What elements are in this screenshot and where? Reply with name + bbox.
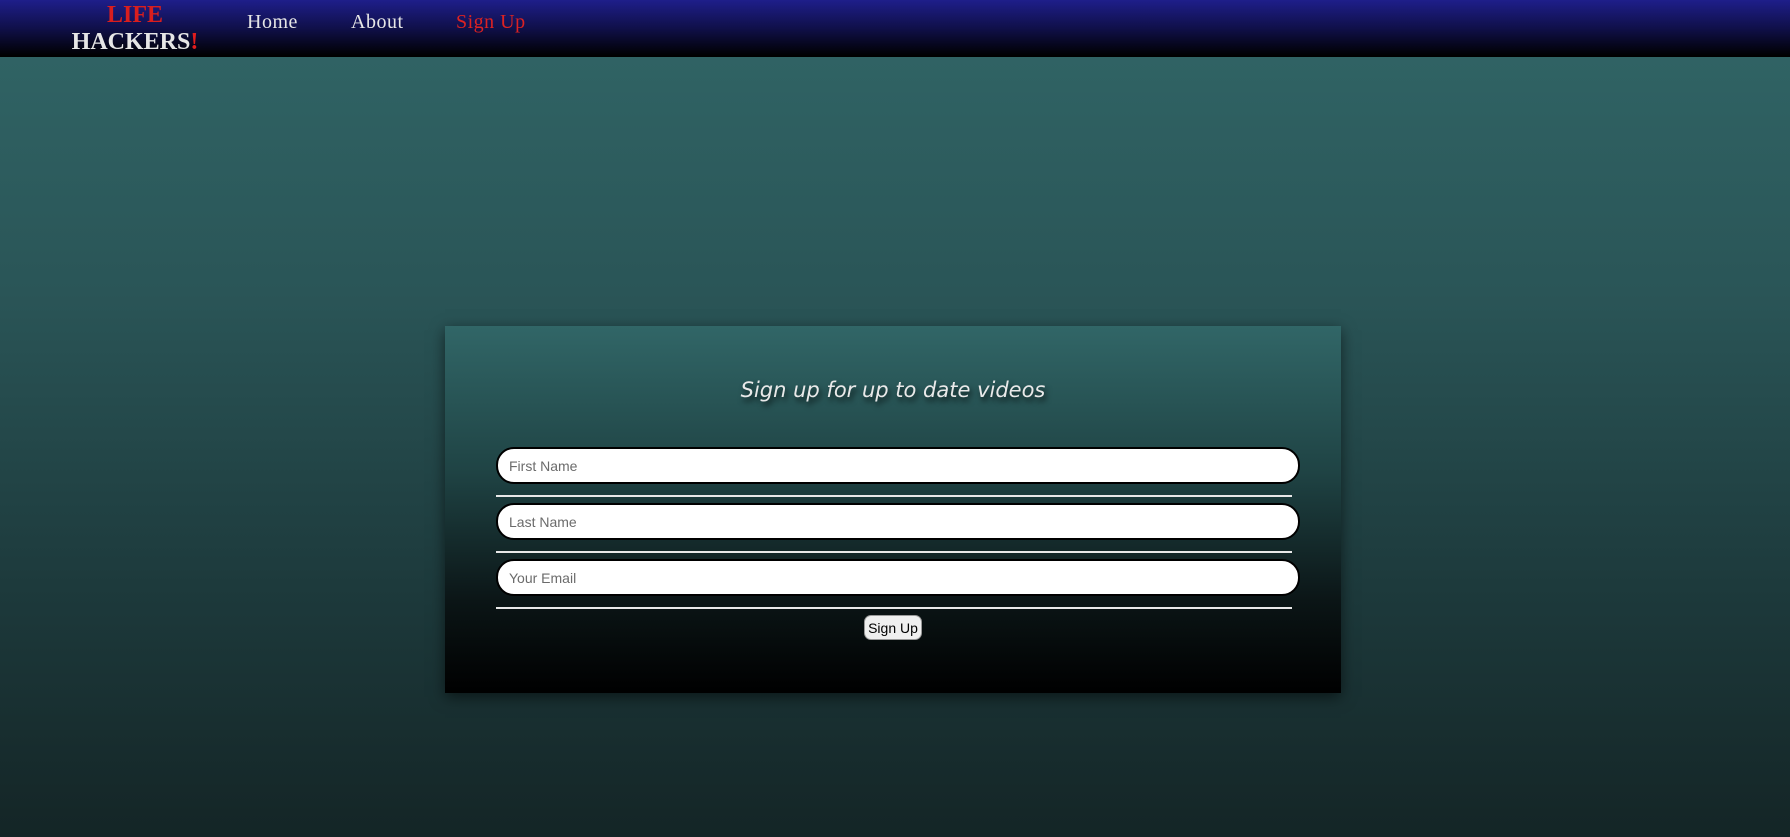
- logo-line-2: HACKERS!: [68, 29, 202, 56]
- top-navbar: LIFE HACKERS! Home About Sign Up: [0, 0, 1790, 57]
- signup-card: Sign up for up to date videos Sign Up: [445, 326, 1341, 693]
- field-divider: [496, 551, 1292, 553]
- signup-submit-button[interactable]: Sign Up: [864, 615, 922, 640]
- signup-title: Sign up for up to date videos: [740, 378, 1046, 402]
- nav-link-signup[interactable]: Sign Up: [456, 11, 526, 34]
- nav-link-home[interactable]: Home: [247, 11, 298, 34]
- logo-exclamation: !: [190, 29, 199, 55]
- site-logo[interactable]: LIFE HACKERS!: [68, 2, 202, 56]
- logo-line-2-text: HACKERS: [71, 29, 191, 55]
- field-divider: [496, 607, 1292, 609]
- first-name-input[interactable]: [496, 447, 1300, 484]
- field-divider: [496, 495, 1292, 497]
- last-name-input[interactable]: [496, 503, 1300, 540]
- nav-link-about[interactable]: About: [351, 11, 404, 34]
- logo-line-1: LIFE: [106, 2, 163, 28]
- email-input[interactable]: [496, 559, 1300, 596]
